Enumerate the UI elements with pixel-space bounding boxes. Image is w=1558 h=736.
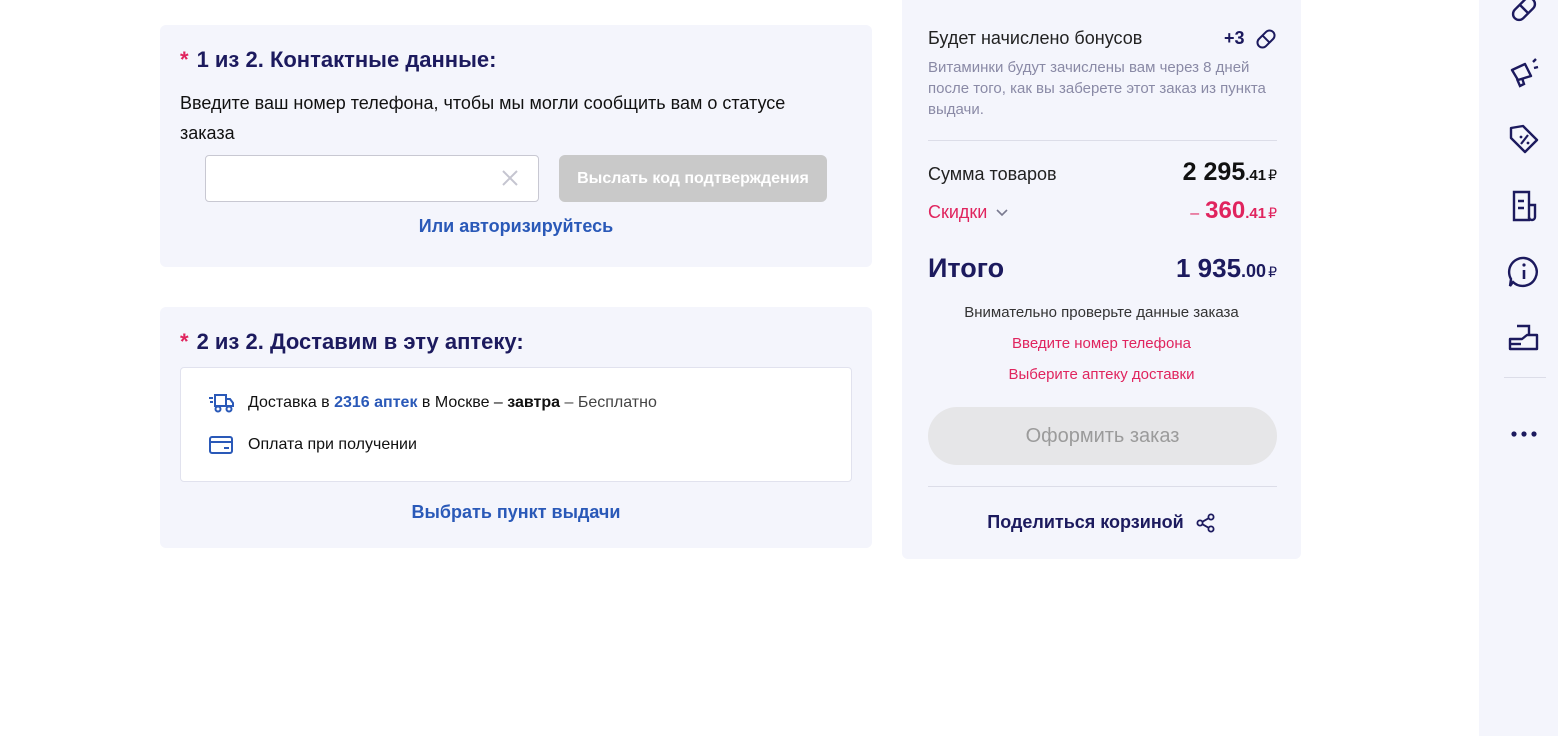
share-icon [1196,513,1215,532]
delivery-price: – Бесплатно [560,394,657,411]
error-phone: Введите номер телефона [1012,335,1191,352]
discount-cents: .41 [1245,205,1267,222]
truck-icon [209,394,234,413]
total-int: 1 935 [1175,253,1242,283]
divider [928,486,1277,487]
delivery-prefix: Доставка в [248,394,335,411]
pharmacies-count: 2316 аптек [334,394,418,411]
goods-sum-label: Сумма товаров [928,164,1057,184]
delivery-row: Доставка в 2316 аптек в Москве – завтра … [208,392,657,414]
checkout-button[interactable]: Оформить заказ [928,407,1277,465]
discount-toggle[interactable]: Скидки [928,202,1009,223]
total-label: Итого [928,253,1005,283]
currency-sign: ₽ [1268,264,1277,280]
more-icon[interactable] [1510,430,1538,438]
delivery-city: в Москве – [417,394,508,411]
currency-sign: ₽ [1268,167,1277,183]
delivery-when: завтра [507,394,561,411]
contact-step-text: 1 из 2. Контактные данные: [196,47,497,72]
receipt-icon[interactable] [1507,189,1541,223]
choose-pickup-link[interactable]: Выбрать пункт выдачи [160,502,872,523]
total-value: 1 935.00 ₽ [1176,253,1277,284]
phone-input[interactable] [206,156,500,199]
goods-sum-int: 2 295 [1182,158,1246,186]
contact-step-title: * 1 из 2. Контактные данные: [180,47,496,73]
total-cents: .00 [1241,261,1267,281]
delivery-text: Доставка в 2316 аптек в Москве – завтра … [248,394,657,412]
currency-sign: ₽ [1268,205,1277,221]
payment-row: Оплата при получении [208,434,417,456]
info-chat-icon[interactable] [1507,255,1541,289]
delivery-info-box: Доставка в 2316 аптек в Москве – завтра … [180,367,852,482]
bonus-note: Витаминки будут зачислены вам через 8 дн… [928,59,1266,118]
delivery-step-text: 2 из 2. Доставим в эту аптеку: [196,329,524,354]
auth-link[interactable]: Или авторизируйтесь [160,216,872,237]
payment-text: Оплата при получении [248,436,417,453]
error-pharmacy: Выберите аптеку доставки [1008,366,1195,383]
order-summary: Будет начислено бонусов +3 Витаминки буд… [902,0,1301,559]
bonus-title: Будет начислено бонусов [928,28,1143,48]
share-cart-label: Поделиться корзиной [987,512,1184,532]
pill-icon[interactable] [1507,0,1541,26]
goods-sum-value: 2 295.41 ₽ [1183,158,1277,187]
delivery-box-icon[interactable] [1507,321,1541,355]
delivery-section: * 2 из 2. Доставим в эту аптеку: Доставка… [160,307,872,548]
phone-hint: Введите ваш номер телефона, чтобы мы мог… [180,93,786,143]
clear-icon[interactable] [500,168,520,188]
megaphone-icon[interactable] [1507,56,1541,90]
discount-tag-icon[interactable] [1507,122,1541,156]
required-mark: * [180,329,189,354]
delivery-step-title: * 2 из 2. Доставим в эту аптеку: [180,329,524,355]
check-order-note: Внимательно проверьте данные заказа [964,304,1239,321]
discount-minus: – [1190,205,1200,222]
discount-int: 360 [1205,197,1246,224]
required-mark: * [180,47,189,72]
chevron-down-icon [996,208,1008,216]
toolbar-divider [1504,377,1546,378]
bonus-value: +3 [1224,28,1245,48]
card-icon [209,436,233,454]
discount-value: –360.41 ₽ [1190,197,1277,225]
divider [928,140,1277,141]
contact-section: * 1 из 2. Контактные данные: Введите ваш … [160,25,872,267]
goods-sum-cents: .41 [1245,167,1267,184]
right-toolbar [1479,0,1558,736]
share-cart-button[interactable]: Поделиться корзиной [902,512,1301,533]
phone-field [205,155,539,202]
send-code-button[interactable]: Выслать код подтверждения [559,155,827,202]
discount-label: Скидки [928,202,988,222]
pill-icon [1256,29,1276,49]
